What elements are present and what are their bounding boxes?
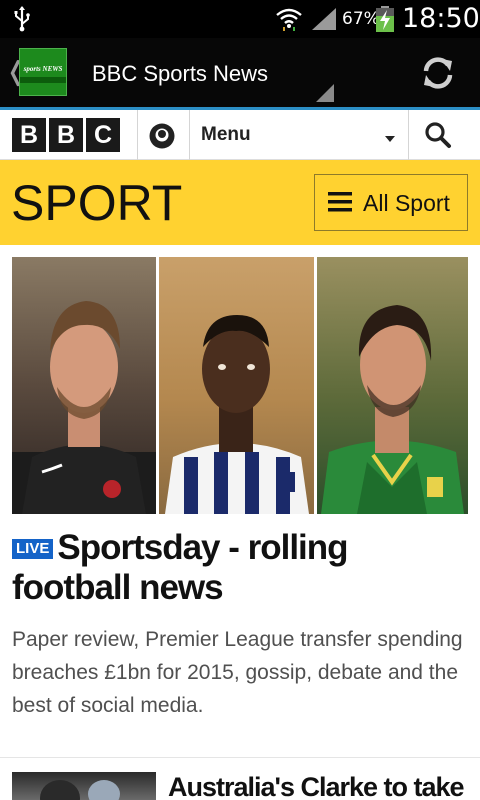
bbc-logo-letter: B <box>12 118 46 152</box>
player-photo <box>159 257 314 514</box>
bbc-logo[interactable]: B B C <box>12 118 120 152</box>
dropdown-indicator-icon[interactable] <box>316 84 334 102</box>
nav-divider <box>408 110 409 160</box>
player-photo <box>12 257 156 514</box>
nav-divider <box>189 110 190 160</box>
section-title[interactable]: SPORT <box>11 174 182 232</box>
status-bar: 67% 18:50 <box>0 0 480 38</box>
story-divider <box>0 757 480 758</box>
lead-story-headline[interactable]: LIVE Sportsday - rolling football news <box>12 528 472 608</box>
nav-divider <box>137 110 138 160</box>
bbc-nav-bar: B B C Menu <box>0 110 480 160</box>
usb-icon <box>14 6 30 32</box>
signal-icon <box>312 8 336 30</box>
wifi-icon <box>276 8 302 31</box>
clock: 18:50 <box>402 3 480 34</box>
menu-button[interactable]: Menu <box>201 124 251 146</box>
player-photo <box>317 257 468 514</box>
battery-percent: 67% <box>342 9 380 29</box>
app-logo-text: sports NEWS <box>23 65 63 73</box>
app-title[interactable]: BBC Sports News <box>92 61 268 87</box>
hamburger-icon <box>328 192 352 212</box>
lead-story-image[interactable] <box>12 257 468 514</box>
second-story-headline[interactable]: Australia's Clarke to take <box>168 772 465 800</box>
refresh-icon[interactable] <box>418 53 458 93</box>
chevron-down-icon[interactable] <box>385 136 395 142</box>
lead-story-title[interactable]: Sportsday - rolling football news <box>12 528 349 607</box>
sport-header: SPORT All Sport <box>0 160 480 245</box>
bbc-logo-letter: B <box>49 118 83 152</box>
second-story-image[interactable] <box>12 772 156 800</box>
app-bar: ❬ sports NEWS BBC Sports News <box>0 38 480 110</box>
all-sport-label: All Sport <box>363 190 450 216</box>
bbc-logo-letter: C <box>86 118 120 152</box>
search-icon[interactable] <box>424 121 452 149</box>
app-logo[interactable]: sports NEWS <box>19 48 67 96</box>
lead-story-summary[interactable]: Paper review, Premier League transfer sp… <box>12 623 472 722</box>
live-badge: LIVE <box>12 539 54 559</box>
all-sport-button[interactable]: All Sport <box>314 174 468 231</box>
battery-charging-icon <box>376 6 394 32</box>
account-icon[interactable] <box>148 122 176 150</box>
